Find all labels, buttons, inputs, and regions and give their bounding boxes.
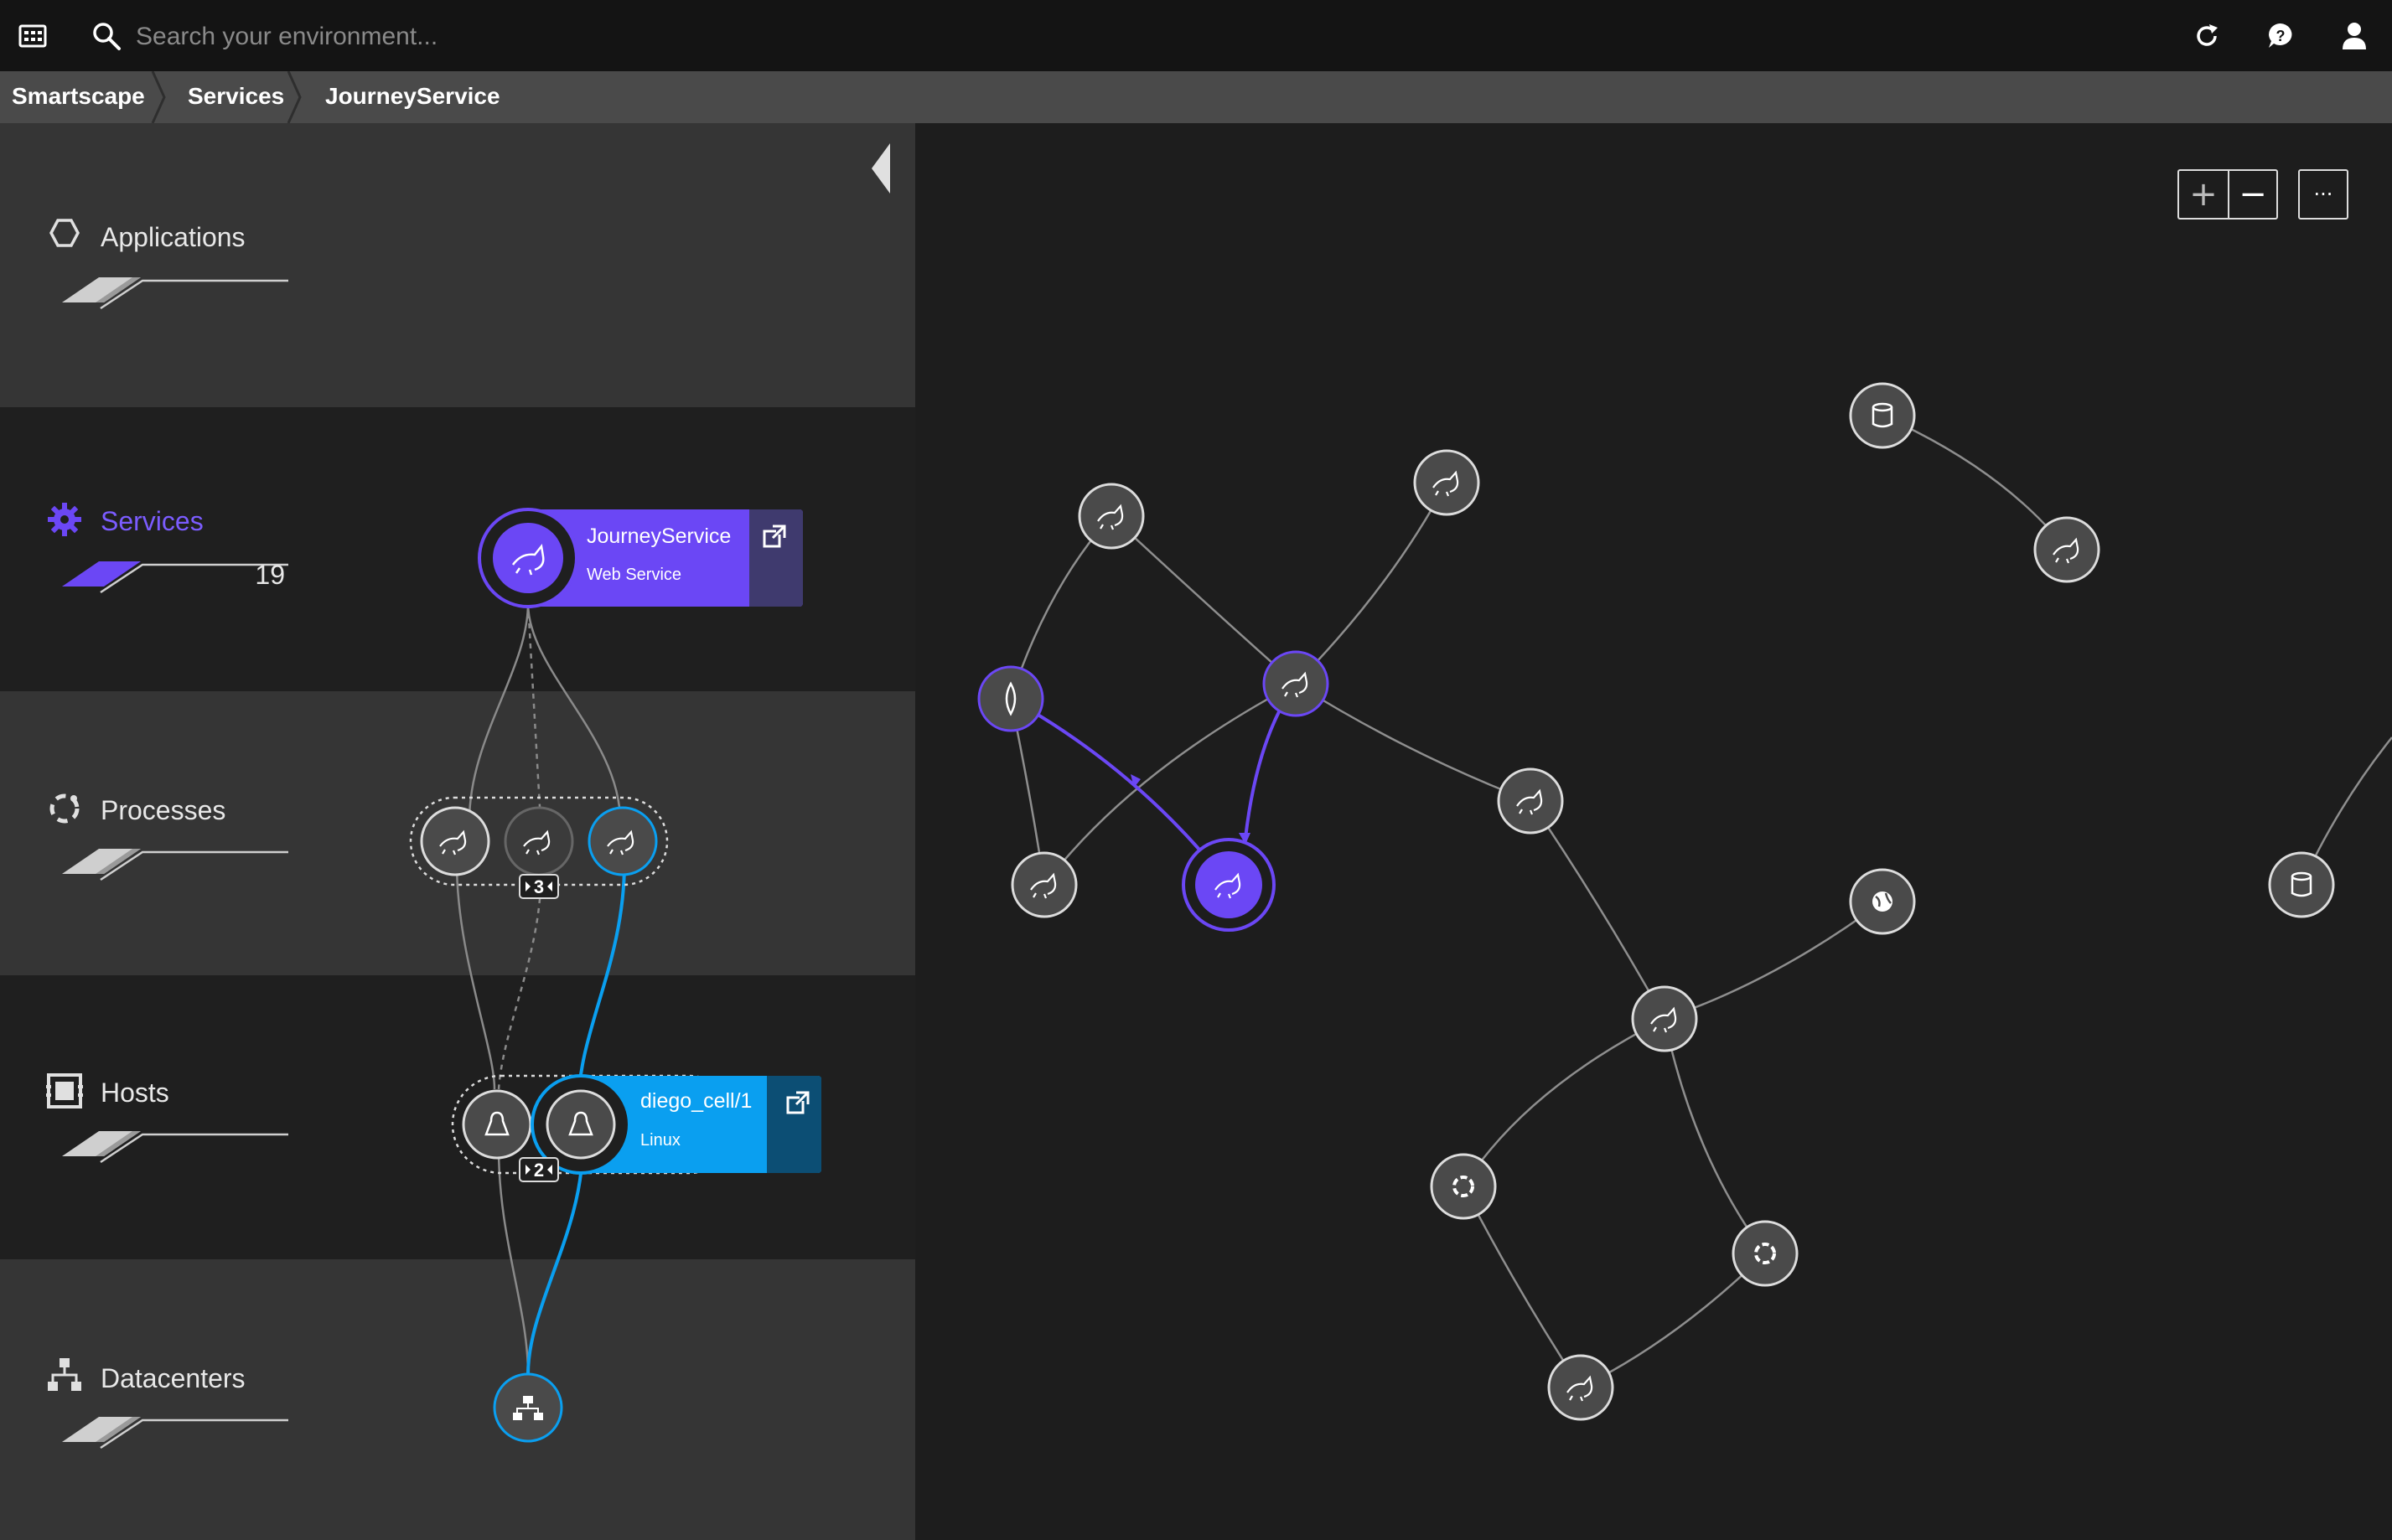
map-node-external-service[interactable] [1849, 868, 1916, 935]
host-subtitle: Linux [640, 1131, 681, 1150]
svg-text:?: ? [2276, 28, 2286, 44]
service-title: JourneyService [587, 525, 731, 548]
help-icon[interactable]: ? [2261, 17, 2300, 55]
map-node-tomcat[interactable] [1631, 985, 1698, 1052]
dependency-graph [977, 382, 2392, 1421]
process-group[interactable]: 3 [409, 796, 669, 899]
map-node-process[interactable] [1430, 1153, 1497, 1220]
refresh-icon[interactable] [2187, 17, 2226, 55]
map-node-tomcat[interactable] [1011, 851, 1078, 918]
map-node-mongodb[interactable] [977, 665, 1044, 732]
datacenter-node[interactable] [493, 1372, 563, 1443]
service-card[interactable]: JourneyService Web Service [478, 508, 803, 608]
breadcrumb-separator [287, 71, 302, 123]
menu-grid-icon[interactable] [13, 17, 52, 55]
smartscape-map[interactable]: + − ··· [915, 123, 2392, 1540]
user-icon[interactable] [2335, 17, 2374, 55]
host-group-badge: 2 [534, 1160, 544, 1181]
breadcrumb-item-journeyservice[interactable]: JourneyService [313, 71, 500, 123]
search-input[interactable] [134, 15, 1143, 59]
map-node-tomcat[interactable] [2033, 516, 2100, 583]
map-node-tomcat[interactable] [1413, 449, 1480, 516]
map-node-tomcat[interactable] [1078, 483, 1145, 550]
breadcrumb-separator [151, 71, 166, 123]
map-node-selected-service[interactable] [1182, 838, 1276, 932]
map-node-tomcat[interactable] [1497, 767, 1564, 835]
breadcrumb-item-smartscape[interactable]: Smartscape [0, 71, 145, 123]
map-node-tomcat[interactable] [1262, 650, 1329, 717]
breadcrumb: Smartscape Services JourneyService [0, 71, 2392, 123]
layer-panel: Applications Services 19 Processes Hosts… [0, 123, 915, 1540]
top-bar: ? [0, 0, 2392, 71]
map-node-database[interactable] [2268, 851, 2335, 918]
service-subtitle: Web Service [587, 566, 681, 584]
process-group-badge: 3 [534, 876, 544, 897]
host-title: diego_cell/1 [640, 1089, 752, 1113]
map-node-tomcat[interactable] [1547, 1354, 1614, 1421]
stack-graph: JourneyService Web Service 3 diego_cell/… [409, 508, 821, 1443]
host-card[interactable]: diego_cell/1 Linux 2 [451, 1074, 821, 1182]
map-node-database[interactable] [1849, 382, 1916, 449]
search-icon[interactable] [87, 17, 126, 55]
map-node-process[interactable] [1732, 1220, 1799, 1287]
breadcrumb-item-services[interactable]: Services [176, 71, 284, 123]
